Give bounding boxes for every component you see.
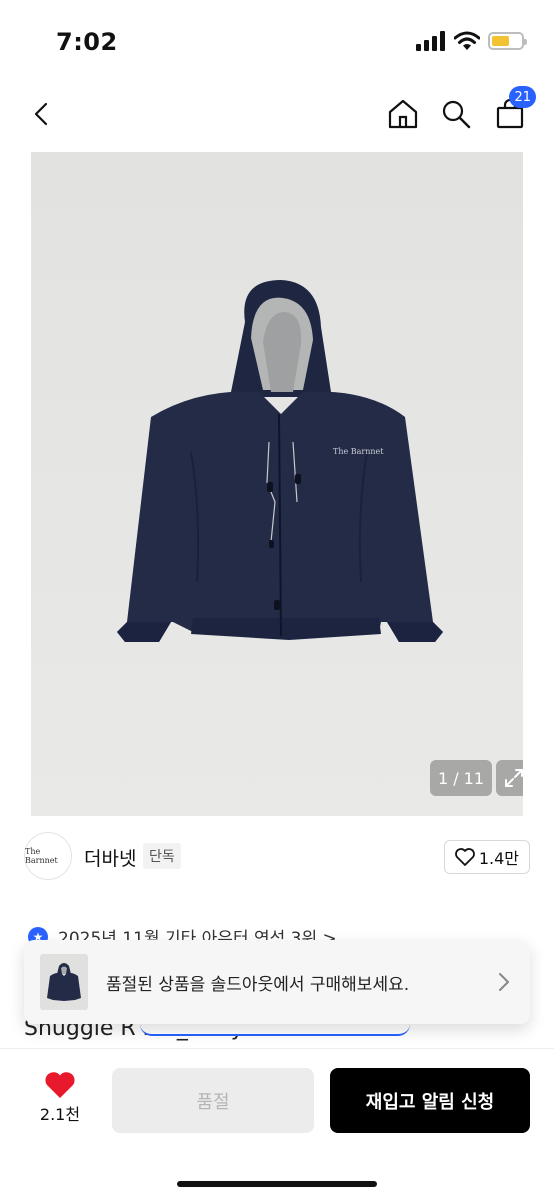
- expand-image-button[interactable]: [496, 760, 523, 796]
- search-icon: [442, 100, 471, 129]
- soldout-button: 품절: [112, 1068, 314, 1133]
- battery-icon: [488, 32, 527, 50]
- jacket-chest-logo: The Barnnet: [333, 447, 384, 456]
- brand-name[interactable]: 더바넷: [84, 844, 136, 871]
- battery-level: [492, 36, 510, 46]
- brand-logo[interactable]: The Barnnet: [24, 832, 72, 880]
- jacket-product-image: The Barnnet: [31, 152, 523, 816]
- brand-like-button[interactable]: 1.4만: [443, 840, 530, 874]
- nav-bar: 21: [0, 86, 554, 140]
- cart-button[interactable]: 21: [488, 86, 536, 136]
- jacket-thumbnail-icon: [47, 963, 81, 1001]
- status-time: 7:02: [56, 28, 118, 56]
- chevron-right-icon: [499, 973, 509, 991]
- bottom-action-bar: 2.1천 품절 재입고 알림 신청: [0, 1048, 554, 1200]
- wifi-icon: [454, 31, 480, 50]
- chevron-left-icon: [34, 102, 48, 126]
- heart-filled-icon: [45, 1072, 75, 1098]
- banner-thumbnail: [40, 954, 88, 1010]
- brand-like-count: 1.4만: [478, 849, 519, 868]
- image-counter: 1 / 11: [430, 760, 492, 796]
- home-indicator: [177, 1181, 377, 1187]
- home-button[interactable]: [381, 92, 425, 136]
- home-icon: [388, 99, 418, 129]
- status-bar: 7:02: [0, 0, 554, 88]
- status-icons: [416, 31, 527, 51]
- restock-alert-button[interactable]: 재입고 알림 신청: [330, 1068, 530, 1133]
- brand-row: The Barnnet 더바넷 단독 1.4만: [0, 830, 554, 886]
- soldout-marketplace-banner[interactable]: 품절된 상품을 솔드아웃에서 구매해보세요.: [24, 940, 530, 1024]
- wishlist-count: 2.1천: [39, 1105, 81, 1124]
- search-button[interactable]: [434, 92, 478, 136]
- back-button[interactable]: [20, 92, 64, 136]
- banner-text: 품절된 상품을 솔드아웃에서 구매해보세요.: [106, 974, 410, 995]
- exclusive-badge: 단독: [143, 843, 181, 869]
- expand-icon: [505, 769, 523, 787]
- cart-count-badge: 21: [509, 86, 536, 108]
- product-image-gallery[interactable]: The Barnnet 1 / 11: [31, 152, 523, 816]
- wishlist-button[interactable]: 2.1천: [30, 1071, 90, 1131]
- signal-icon: [416, 31, 445, 51]
- heart-outline-icon: [454, 848, 475, 866]
